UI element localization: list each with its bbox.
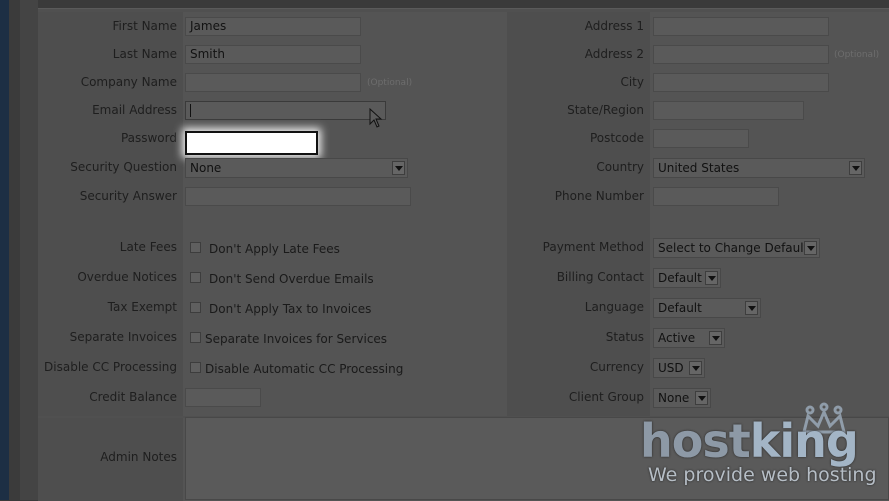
address1-input[interactable] <box>653 17 829 36</box>
tax-exempt-checkbox-label: Don't Apply Tax to Invoices <box>209 302 372 316</box>
client-group-label: Client Group <box>568 390 644 404</box>
address2-label: Address 2 <box>584 47 644 61</box>
window-edge <box>0 0 9 500</box>
form-margin <box>20 0 38 500</box>
separate-invoices-checkbox-label: Separate Invoices for Services <box>205 332 388 346</box>
postcode-label: Postcode <box>589 131 644 145</box>
security-question-value: None <box>190 161 222 175</box>
security-question-label: Security Question <box>70 160 177 174</box>
chevron-down-icon[interactable] <box>804 241 817 255</box>
admin-notes-label: Admin Notes <box>100 450 177 464</box>
security-answer-input[interactable] <box>185 187 411 206</box>
disable-cc-checkbox[interactable] <box>190 362 201 373</box>
language-label: Language <box>584 300 644 314</box>
city-input[interactable] <box>653 73 829 92</box>
chevron-down-icon[interactable] <box>705 271 718 285</box>
billing-contact-select[interactable]: Default <box>653 268 721 288</box>
currency-select[interactable]: USD <box>653 358 705 378</box>
disable-cc-label: Disable CC Processing <box>44 360 177 374</box>
window-edge-inner <box>9 0 20 500</box>
phone-label: Phone Number <box>554 189 644 203</box>
status-label: Status <box>605 330 644 344</box>
status-value: Active <box>658 331 696 345</box>
address2-optional-hint: (Optional) <box>834 50 880 60</box>
tax-exempt-label: Tax Exempt <box>107 300 177 314</box>
logo-tagline: We provide web hosting <box>648 464 877 486</box>
late-fees-checkbox[interactable] <box>190 242 201 253</box>
country-select[interactable]: United States <box>653 158 865 178</box>
last-name-input[interactable]: Smith <box>185 45 361 64</box>
chevron-down-icon[interactable] <box>689 361 702 375</box>
language-select[interactable]: Default <box>653 298 761 318</box>
state-label: State/Region <box>567 103 644 117</box>
disable-cc-checkbox-label: Disable Automatic CC Processing <box>205 362 404 376</box>
address1-label: Address 1 <box>584 19 644 33</box>
status-select[interactable]: Active <box>653 328 725 348</box>
company-name-optional-hint: (Optional) <box>367 78 413 88</box>
payment-method-select[interactable]: Select to Change Default <box>653 238 820 258</box>
hostking-logo: hostking We provide web hosting <box>640 402 880 494</box>
company-name-input[interactable] <box>185 73 361 92</box>
overdue-notices-checkbox[interactable] <box>190 272 201 283</box>
language-value: Default <box>658 301 702 315</box>
security-question-select[interactable]: None <box>185 158 408 178</box>
state-input[interactable] <box>653 101 804 120</box>
chevron-down-icon[interactable] <box>392 161 405 175</box>
logo-wordmark: hostking <box>640 414 859 468</box>
logo-host: host <box>640 414 751 468</box>
country-label: Country <box>596 160 644 174</box>
tax-exempt-checkbox[interactable] <box>190 302 201 313</box>
logo-king: king <box>749 414 859 468</box>
first-name-input[interactable]: James <box>185 17 361 36</box>
password-label: Password <box>120 131 177 145</box>
separate-invoices-checkbox[interactable] <box>190 332 201 343</box>
separate-invoices-label: Separate Invoices <box>69 330 177 344</box>
email-label: Email Address <box>92 103 177 117</box>
currency-label: Currency <box>589 360 644 374</box>
billing-contact-value: Default <box>658 271 702 285</box>
address2-input[interactable] <box>653 45 829 64</box>
overdue-notices-label: Overdue Notices <box>77 270 177 284</box>
security-answer-label: Security Answer <box>79 189 177 203</box>
postcode-input[interactable] <box>653 129 749 148</box>
overdue-notices-checkbox-label: Don't Send Overdue Emails <box>209 272 374 286</box>
late-fees-checkbox-label: Don't Apply Late Fees <box>209 242 340 256</box>
company-name-label: Company Name <box>80 75 177 89</box>
last-name-label: Last Name <box>112 47 177 61</box>
city-label: City <box>620 75 644 89</box>
phone-input[interactable] <box>653 187 779 206</box>
chevron-down-icon[interactable] <box>709 331 722 345</box>
chevron-down-icon[interactable] <box>849 161 862 175</box>
payment-method-value: Select to Change Default <box>658 241 809 255</box>
first-name-label: First Name <box>112 19 177 33</box>
late-fees-label: Late Fees <box>119 240 177 254</box>
left-label-column: First Name Last Name Company Name Email … <box>38 0 183 500</box>
text-caret <box>190 104 191 117</box>
credit-balance-label: Credit Balance <box>89 390 177 404</box>
payment-method-label: Payment Method <box>542 240 644 254</box>
mouse-pointer-icon <box>369 108 383 128</box>
country-value: United States <box>658 161 740 175</box>
currency-value: USD <box>658 361 684 375</box>
credit-balance-input[interactable] <box>185 388 261 407</box>
chevron-down-icon[interactable] <box>745 301 758 315</box>
password-input[interactable] <box>185 131 318 155</box>
email-input[interactable] <box>185 101 386 120</box>
billing-contact-label: Billing Contact <box>556 270 644 284</box>
